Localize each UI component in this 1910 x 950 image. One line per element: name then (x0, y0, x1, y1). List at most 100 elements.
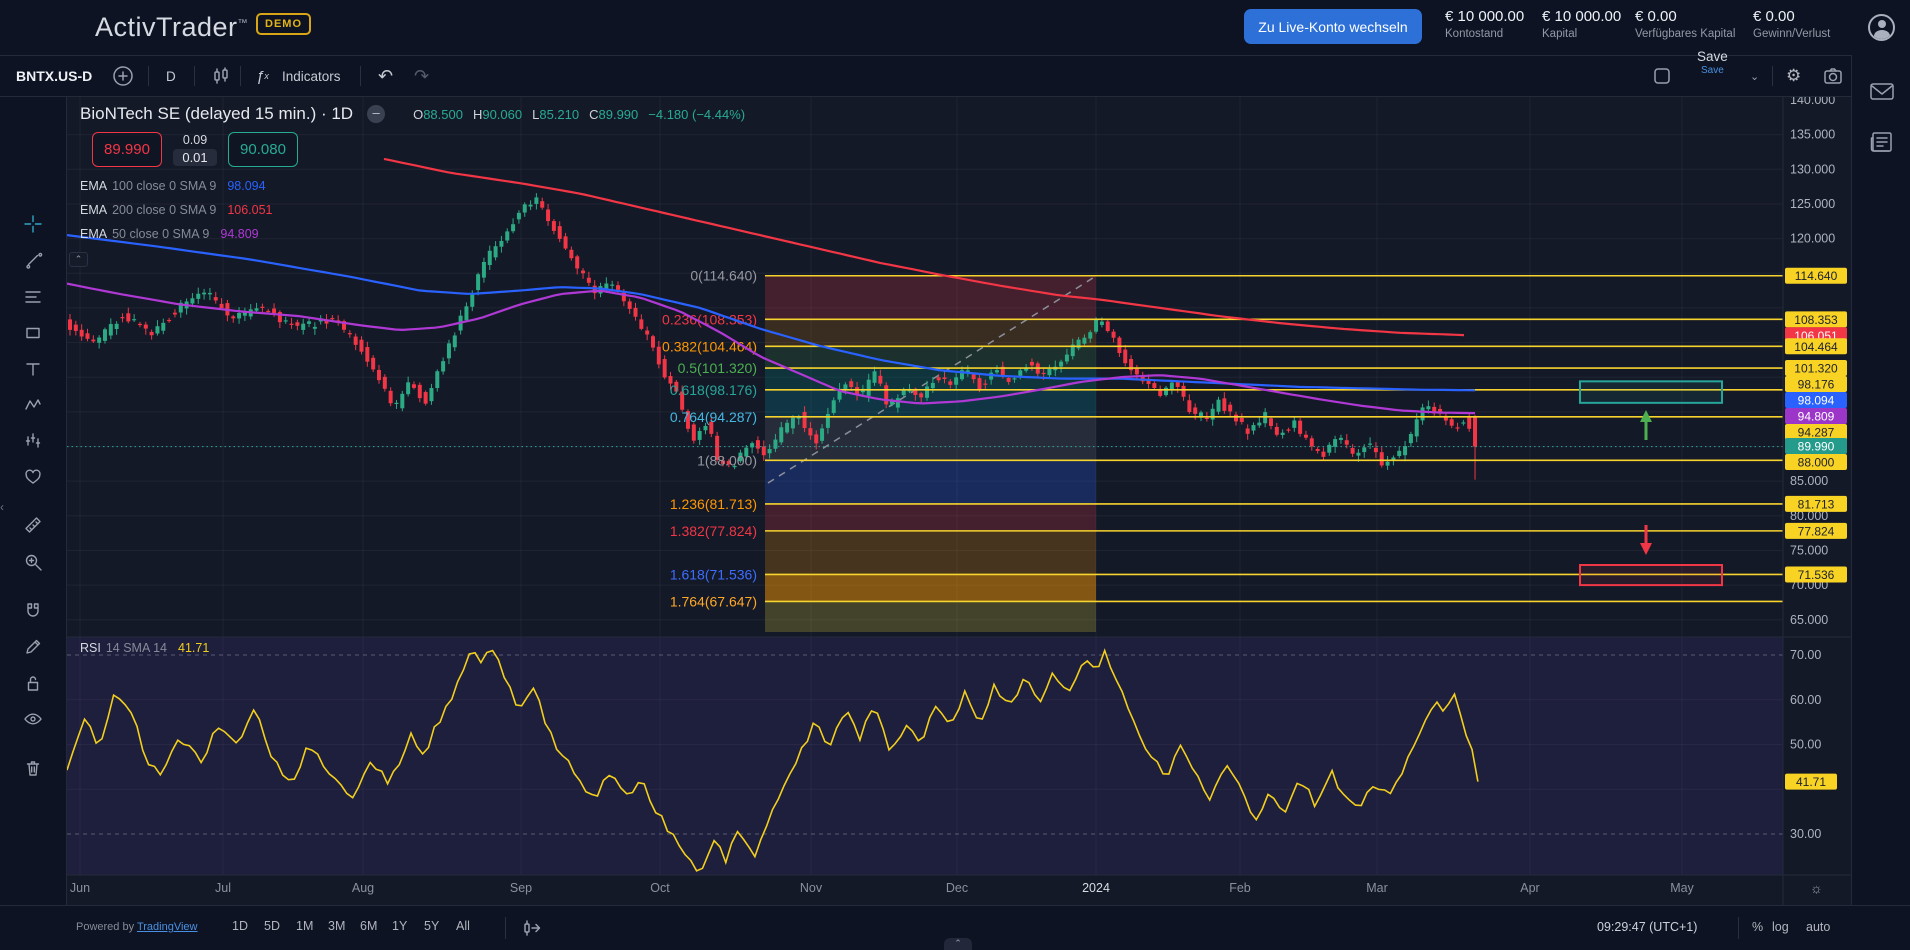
shapes-tool[interactable] (16, 318, 50, 348)
fib-level-label: 0.764(94.287) (670, 409, 757, 425)
trendline-tool[interactable] (16, 245, 50, 275)
timeframe-button[interactable]: D (166, 56, 176, 96)
expand-panel-tab[interactable]: ⌃ (944, 938, 972, 950)
trash-icon (23, 758, 43, 778)
fib-retracement-tool[interactable] (16, 282, 50, 312)
multi-chart-button[interactable] (1652, 56, 1672, 96)
ema-legend-row[interactable]: EMA50 close 0 SMA 994.809 (80, 222, 273, 246)
server-clock[interactable]: 09:29:47 (UTC+1) (1597, 920, 1697, 934)
redo-button[interactable]: ↷ (414, 56, 429, 96)
fib-level-label: 0.618(98.176) (670, 382, 757, 398)
rsi-axis-label: 60.00 (1790, 693, 1821, 707)
zoom-tool[interactable] (16, 547, 50, 577)
settings-button[interactable]: ⚙ (1786, 56, 1801, 96)
go-to-date-icon (520, 917, 542, 939)
range-1y[interactable]: 1Y (392, 919, 407, 933)
range-5d[interactable]: 5D (264, 919, 280, 933)
time-axis-label[interactable]: Dec (946, 881, 968, 895)
ema-legend-row[interactable]: EMA200 close 0 SMA 9106.051 (80, 198, 273, 222)
legend-collapse-button[interactable]: ⌃ (69, 252, 88, 267)
log-scale-toggle[interactable]: log (1772, 920, 1789, 934)
powered-by: Powered by TradingView (76, 921, 198, 933)
range-5y[interactable]: 5Y (424, 919, 439, 933)
ruler-icon (23, 515, 43, 535)
collapse-symbol-icon[interactable]: – (367, 105, 385, 123)
rsi-axis-label: 50.00 (1790, 738, 1821, 752)
range-3m[interactable]: 3M (328, 919, 345, 933)
symbol-button[interactable]: BNTX.US-D (16, 56, 92, 96)
ema-legend-row[interactable]: EMA100 close 0 SMA 998.094 (80, 174, 273, 198)
svg-text:88.000: 88.000 (1798, 456, 1835, 470)
fib-level-label: 0.236(108.353) (662, 311, 757, 327)
emoji-tool[interactable] (16, 462, 50, 492)
mail-button[interactable] (1869, 80, 1895, 107)
user-avatar[interactable] (1868, 14, 1895, 41)
buy-button[interactable]: 90.080 (228, 132, 298, 167)
camera-icon (1822, 65, 1844, 87)
ruler-tool[interactable] (16, 510, 50, 540)
svg-text:98.176: 98.176 (1798, 378, 1835, 392)
sell-button[interactable]: 89.990 (92, 132, 162, 167)
time-axis-label[interactable]: Feb (1229, 881, 1251, 895)
svg-text:94.287: 94.287 (1798, 426, 1835, 440)
range-6m[interactable]: 6M (360, 919, 377, 933)
time-axis-label[interactable]: Aug (352, 881, 374, 895)
time-axis-label[interactable]: Apr (1520, 881, 1539, 895)
instrument-legend: BioNTech SE (delayed 15 min.) · 1D – O88… (80, 102, 745, 126)
trash-tool[interactable] (16, 753, 50, 783)
save-button[interactable]: Save Save (1697, 50, 1728, 90)
account-metric: € 10 000.00Kapital (1542, 8, 1621, 40)
svg-text:114.640: 114.640 (1795, 269, 1838, 283)
supply-box[interactable] (1580, 381, 1722, 402)
chart-title[interactable]: BioNTech SE (delayed 15 min.) · 1D (80, 104, 353, 124)
rsi-axis-label: 70.00 (1790, 648, 1821, 662)
go-to-date-button[interactable] (520, 917, 542, 942)
lock-tool[interactable] (16, 668, 50, 698)
fib-level-label: 1(88.000) (697, 452, 757, 468)
price-axis-label: 75.000 (1790, 543, 1828, 557)
indicator-legend: EMA100 close 0 SMA 998.094EMA200 close 0… (80, 174, 273, 246)
pattern-icon (23, 395, 43, 415)
add-symbol-button[interactable] (112, 56, 134, 96)
theme-sun-icon[interactable]: ☼ (1810, 880, 1823, 896)
time-axis-label[interactable]: May (1670, 881, 1694, 895)
draw-tool[interactable] (16, 632, 50, 662)
switch-to-live-button[interactable]: Zu Live-Konto wechseln (1244, 9, 1422, 44)
change-readout: −4.180 (−4.44%) (648, 107, 745, 122)
auto-scale-toggle[interactable]: auto (1806, 920, 1830, 934)
range-1d[interactable]: 1D (232, 919, 248, 933)
activtrader-app: { "app": { "logo": "ActivTrader", "tm": … (0, 0, 1910, 950)
save-menu-chevron[interactable]: ⌄ (1750, 56, 1759, 96)
hide-tool[interactable] (16, 704, 50, 734)
time-axis-label[interactable]: Mar (1366, 881, 1388, 895)
time-axis-label[interactable]: Nov (800, 881, 823, 895)
pattern-tool[interactable] (16, 390, 50, 420)
crosshair-tool[interactable] (16, 209, 50, 239)
demand-box[interactable] (1580, 565, 1722, 585)
price-axis-label: 130.000 (1790, 162, 1835, 176)
collapse-rail-handle[interactable]: ‹ (0, 495, 9, 519)
time-axis-label[interactable]: Oct (650, 881, 670, 895)
chart-type-button[interactable] (210, 56, 232, 96)
text-icon (23, 359, 43, 379)
rsi-legend: RSI 14 SMA 14 41.71 (80, 641, 209, 655)
range-all[interactable]: All (456, 919, 470, 933)
tradingview-link[interactable]: TradingView (137, 921, 198, 933)
snapshot-button[interactable] (1822, 56, 1844, 96)
quote-panel: 89.990 0.09 0.01 90.080 (92, 132, 298, 167)
undo-button[interactable]: ↶ (378, 56, 393, 96)
time-axis-label[interactable]: 2024 (1082, 881, 1110, 895)
shapes-icon (23, 323, 43, 343)
forecast-tool[interactable] (16, 425, 50, 455)
zoom-icon (23, 552, 43, 572)
text-tool[interactable] (16, 354, 50, 384)
news-button[interactable] (1869, 130, 1895, 159)
fib-level-label: 1.382(77.824) (670, 523, 757, 539)
time-axis-label[interactable]: Sep (510, 881, 532, 895)
magnet-tool[interactable] (16, 596, 50, 626)
percent-scale-toggle[interactable]: % (1752, 920, 1763, 934)
time-axis-label[interactable]: Jul (215, 881, 231, 895)
indicators-button[interactable]: Indicators (282, 56, 341, 96)
range-1m[interactable]: 1M (296, 919, 313, 933)
time-axis-label[interactable]: Jun (70, 881, 90, 895)
